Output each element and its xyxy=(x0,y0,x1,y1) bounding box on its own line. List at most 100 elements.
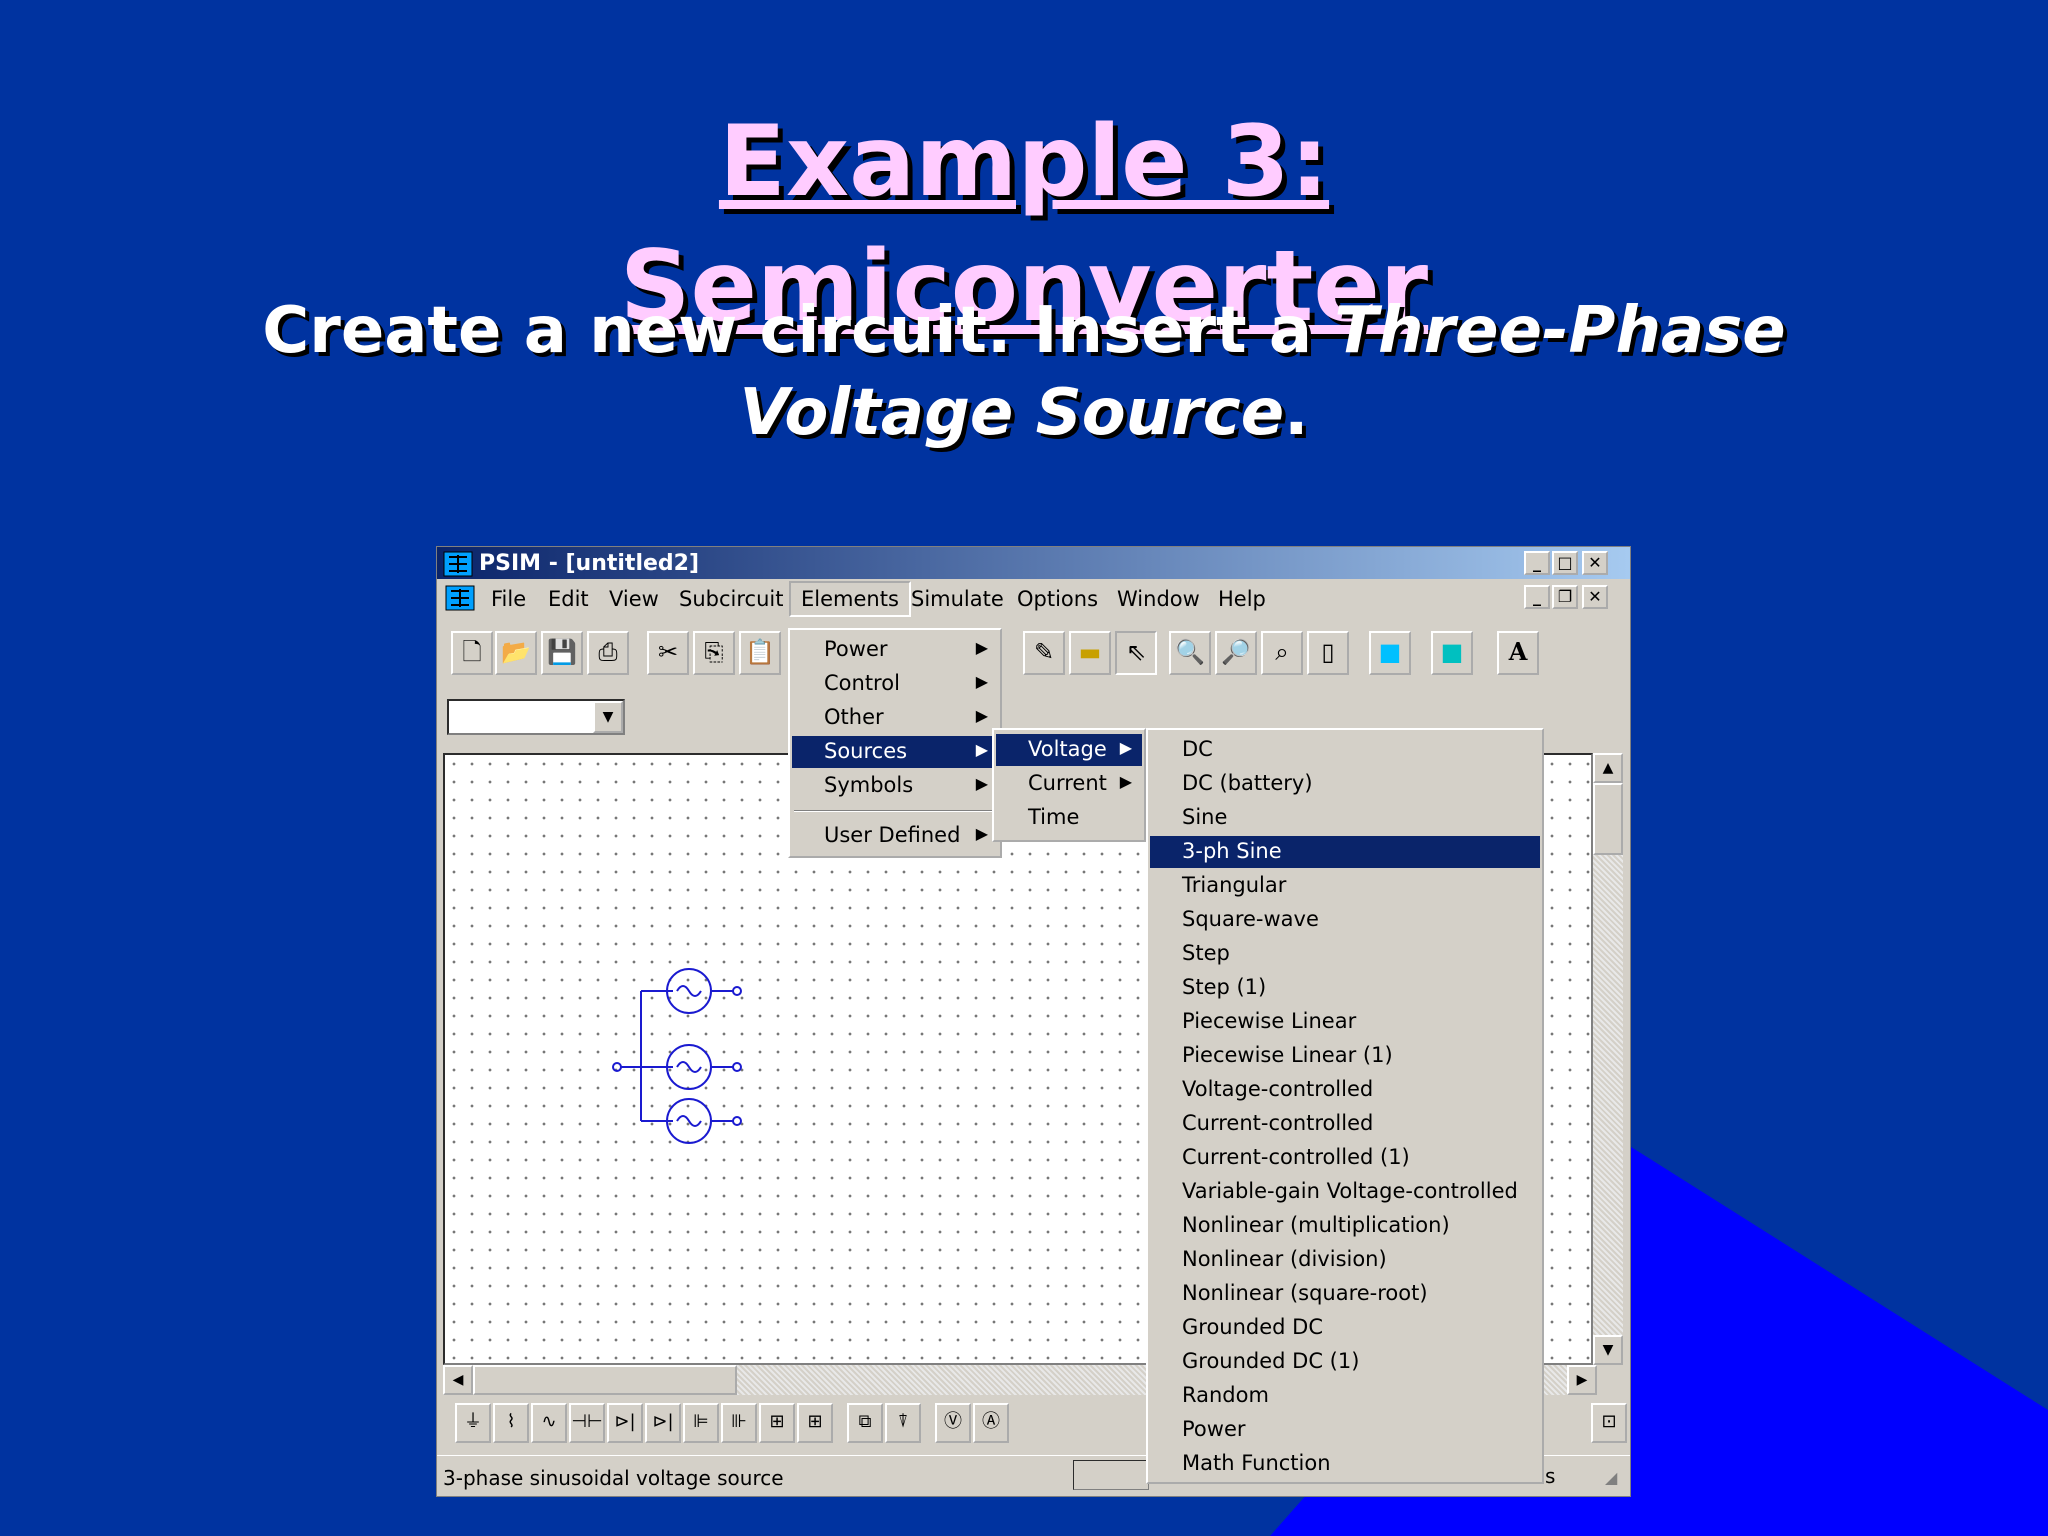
thyristor-button[interactable]: ⊳| xyxy=(645,1403,681,1443)
transformer-button[interactable]: ⧉ xyxy=(847,1403,883,1443)
wire-button[interactable]: ✎ xyxy=(1023,631,1065,675)
menu-item-triangular[interactable]: Triangular xyxy=(1150,870,1540,902)
select-button[interactable]: ⇖ xyxy=(1115,631,1157,675)
resize-grip-icon[interactable]: ◢ xyxy=(1605,1468,1617,1487)
menu-item-power[interactable]: Power ▶ xyxy=(792,634,998,666)
menu-item-user-defined[interactable]: User Defined ▶ xyxy=(792,820,998,852)
minimize-button[interactable]: _ xyxy=(1524,551,1550,575)
menu-elements[interactable]: Elements xyxy=(789,581,911,617)
inductor-button[interactable]: ∿ xyxy=(531,1403,567,1443)
cut-button[interactable]: ✂ xyxy=(647,631,689,675)
window-titlebar[interactable]: PSIM - [untitled2] _ □ ✕ xyxy=(437,547,1630,579)
switch-module2-button[interactable]: ⊞ xyxy=(797,1403,833,1443)
menu-item-dc[interactable]: DC xyxy=(1150,734,1540,766)
sensor-button[interactable]: ⊡ xyxy=(1591,1403,1627,1443)
menu-item-nonlinear-square-root[interactable]: Nonlinear (square-root) xyxy=(1150,1278,1540,1310)
simview-button[interactable]: ■ xyxy=(1431,631,1473,675)
vertical-scroll-thumb[interactable] xyxy=(1593,783,1623,855)
text-button[interactable]: A xyxy=(1497,631,1539,675)
menu-item-sources[interactable]: Sources ▶ xyxy=(792,736,998,768)
probe-button[interactable]: ⍒ xyxy=(885,1403,921,1443)
menu-item-step[interactable]: Step xyxy=(1150,938,1540,970)
menubar: File Edit View Subcircuit Elements Simul… xyxy=(437,579,1630,617)
menu-item-current-controlled[interactable]: Current-controlled xyxy=(1150,1108,1540,1140)
submenu-arrow-icon: ▶ xyxy=(1119,738,1132,757)
submenu-arrow-icon: ▶ xyxy=(975,740,988,759)
menu-file[interactable]: File xyxy=(491,587,526,611)
page-button[interactable]: ▯ xyxy=(1307,631,1349,675)
capacitor-button[interactable]: ⊣⊢ xyxy=(569,1403,605,1443)
horizontal-scroll-thumb[interactable] xyxy=(473,1365,737,1395)
submenu-arrow-icon: ▶ xyxy=(975,638,988,657)
voltmeter-button[interactable]: Ⓥ xyxy=(935,1403,971,1443)
menu-options[interactable]: Options xyxy=(1017,587,1098,611)
menu-simulate[interactable]: Simulate xyxy=(911,587,1004,611)
menu-edit[interactable]: Edit xyxy=(548,587,589,611)
menu-help[interactable]: Help xyxy=(1218,587,1266,611)
menu-window[interactable]: Window xyxy=(1117,587,1200,611)
menu-item-grounded-dc[interactable]: Grounded DC xyxy=(1150,1312,1540,1344)
menu-item-voltage[interactable]: Voltage ▶ xyxy=(996,734,1142,766)
window-title: PSIM - [untitled2] xyxy=(479,551,700,576)
menu-item-variable-gain[interactable]: Variable-gain Voltage-controlled xyxy=(1150,1176,1540,1208)
element-combo[interactable]: ▼ xyxy=(447,699,625,735)
menu-item-grounded-dc-1[interactable]: Grounded DC (1) xyxy=(1150,1346,1540,1378)
menu-item-piecewise-linear-1[interactable]: Piecewise Linear (1) xyxy=(1150,1040,1540,1072)
switch-module-button[interactable]: ⊞ xyxy=(759,1403,795,1443)
close-button[interactable]: ✕ xyxy=(1582,551,1608,575)
menu-item-power-source[interactable]: Power xyxy=(1150,1414,1540,1446)
scroll-right-button[interactable]: ▶ xyxy=(1567,1365,1597,1395)
paste-button[interactable]: 📋 xyxy=(739,631,781,675)
menu-item-nonlinear-division[interactable]: Nonlinear (division) xyxy=(1150,1244,1540,1276)
child-restore-button[interactable]: ❐ xyxy=(1552,585,1578,609)
label-button[interactable]: ▬ xyxy=(1069,631,1111,675)
document-icon[interactable] xyxy=(445,585,475,611)
menu-item-sine[interactable]: Sine xyxy=(1150,802,1540,834)
elements-menu: Power ▶ Control ▶ Other ▶ Sources ▶ Symbols ▶… xyxy=(788,628,1002,858)
menu-item-math-function[interactable]: Math Function xyxy=(1150,1448,1540,1480)
scroll-left-button[interactable]: ◀ xyxy=(443,1365,473,1395)
print-button[interactable]: ⎙ xyxy=(587,631,629,675)
menu-item-other[interactable]: Other ▶ xyxy=(792,702,998,734)
scroll-down-button[interactable]: ▼ xyxy=(1593,1335,1623,1365)
zoom-fit-button[interactable]: ⌕ xyxy=(1261,631,1303,675)
scroll-up-button[interactable]: ▲ xyxy=(1593,753,1623,783)
menu-item-control[interactable]: Control ▶ xyxy=(792,668,998,700)
menu-item-label: Step (1) xyxy=(1182,975,1267,999)
save-button[interactable]: 💾 xyxy=(541,631,583,675)
ground-button[interactable]: ⏚ xyxy=(455,1403,491,1443)
zoom-out-button[interactable]: 🔎 xyxy=(1215,631,1257,675)
menu-item-current-controlled-1[interactable]: Current-controlled (1) xyxy=(1150,1142,1540,1174)
copy-button[interactable]: ⎘ xyxy=(693,631,735,675)
zoom-in-button[interactable]: 🔍 xyxy=(1169,631,1211,675)
menu-item-time[interactable]: Time xyxy=(996,802,1142,834)
menu-item-3ph-sine[interactable]: 3-ph Sine xyxy=(1150,836,1540,868)
menu-item-dc-battery[interactable]: DC (battery) xyxy=(1150,768,1540,800)
menu-item-nonlinear-multiplication[interactable]: Nonlinear (multiplication) xyxy=(1150,1210,1540,1242)
new-button[interactable]: 🗋 xyxy=(451,631,493,675)
transformer-icon: ⧉ xyxy=(858,1411,872,1432)
ammeter-button[interactable]: Ⓐ xyxy=(973,1403,1009,1443)
igbt-button[interactable]: ⊪ xyxy=(721,1403,757,1443)
child-close-button[interactable]: ✕ xyxy=(1582,585,1608,609)
menu-item-symbols[interactable]: Symbols ▶ xyxy=(792,770,998,802)
menu-item-random[interactable]: Random xyxy=(1150,1380,1540,1412)
mosfet-button[interactable]: ⊫ xyxy=(683,1403,719,1443)
menu-item-piecewise-linear[interactable]: Piecewise Linear xyxy=(1150,1006,1540,1038)
menu-subcircuit[interactable]: Subcircuit xyxy=(679,587,783,611)
menu-item-square-wave[interactable]: Square-wave xyxy=(1150,904,1540,936)
menu-item-step-1[interactable]: Step (1) xyxy=(1150,972,1540,1004)
open-button[interactable]: 📂 xyxy=(495,631,537,675)
menu-item-voltage-controlled[interactable]: Voltage-controlled xyxy=(1150,1074,1540,1106)
menu-view[interactable]: View xyxy=(609,587,659,611)
resistor-button[interactable]: ⌇ xyxy=(493,1403,529,1443)
submenu-arrow-icon: ▶ xyxy=(975,824,988,843)
combo-dropdown-button[interactable]: ▼ xyxy=(593,701,623,733)
child-minimize-button[interactable]: _ xyxy=(1524,585,1550,609)
maximize-button[interactable]: □ xyxy=(1552,551,1578,575)
menu-item-current[interactable]: Current ▶ xyxy=(996,768,1142,800)
vertical-scrollbar[interactable]: ▲ ▼ xyxy=(1593,753,1623,1365)
restore-icon: ❐ xyxy=(1557,587,1573,606)
diode-button[interactable]: ⊳| xyxy=(607,1403,643,1443)
simcoupler-button[interactable]: ■ xyxy=(1369,631,1411,675)
